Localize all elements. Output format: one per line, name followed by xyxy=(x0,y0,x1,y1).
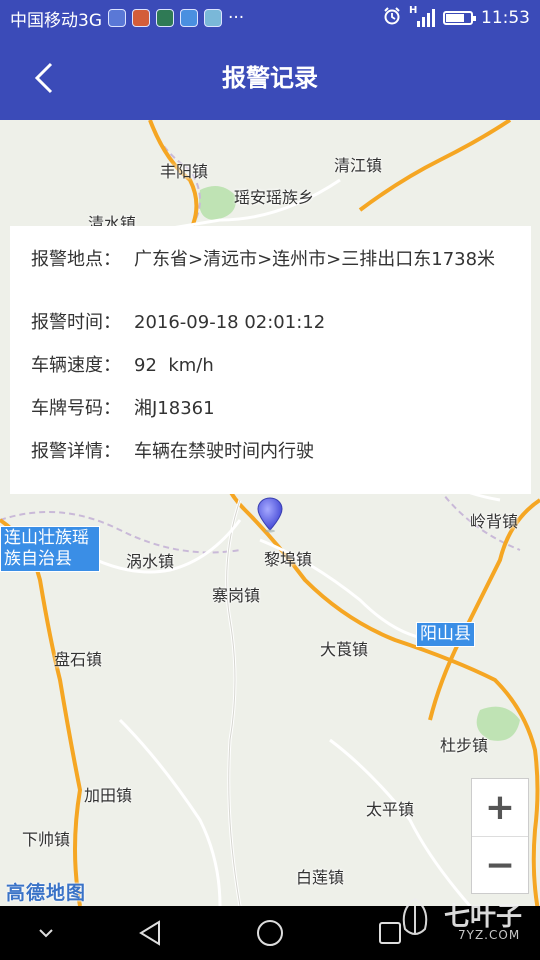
vehicle-speed-row: 车辆速度： 92 km/h xyxy=(31,354,511,397)
alarm-location-row: 报警地点： 广东省>清远市>连州市>三排出口东1738米 xyxy=(31,248,511,311)
map-county-yangshan: 阳山县 xyxy=(416,622,475,647)
map-county-lianshan: 连山壮族瑶族自治县 xyxy=(0,526,100,572)
hide-nav-button[interactable] xyxy=(26,916,66,950)
battery-icon xyxy=(443,11,476,25)
zoom-out-button[interactable]: − xyxy=(472,837,528,894)
map-place-panshi: 盘石镇 xyxy=(54,650,103,669)
more-notifications-icon: ··· xyxy=(228,8,245,28)
notification-message-icon xyxy=(180,9,198,27)
zoom-in-button[interactable]: + xyxy=(472,779,528,836)
plate-number-value: 湘J18361 xyxy=(134,398,215,419)
signal-icon: H xyxy=(409,5,435,27)
watermark-sub-text: 7YZ.COM xyxy=(458,928,521,942)
circle-home-icon xyxy=(257,920,283,946)
alarm-location-value: 广东省>清远市>连州市>三排出口东1738米 xyxy=(134,249,496,270)
map-place-fengyang: 丰阳镇 xyxy=(160,162,209,181)
leaf-logo-icon xyxy=(402,897,428,935)
page-title: 报警记录 xyxy=(222,64,318,92)
map-place-lingbei: 岭背镇 xyxy=(470,512,519,531)
alarm-time-label: 报警时间： xyxy=(31,312,121,333)
map-place-libu: 黎埠镇 xyxy=(264,550,313,569)
nav-back-button[interactable] xyxy=(130,916,170,950)
map-place-taiping: 太平镇 xyxy=(366,800,415,819)
carrier-label: 中国移动3G xyxy=(10,10,102,31)
alarm-info-card: 报警地点： 广东省>清远市>连州市>三排出口东1738米 报警时间： 2016-… xyxy=(10,226,531,494)
alarm-time-value: 2016-09-18 02:01:12 xyxy=(134,312,326,333)
amap-logo: 高德地图 xyxy=(6,882,87,904)
notification-chart-icon xyxy=(156,9,174,27)
plate-number-row: 车牌号码： 湘J18361 xyxy=(31,397,511,440)
zoom-controls: + − xyxy=(471,778,529,894)
notification-cloud-icon xyxy=(204,9,222,27)
app-bar: 报警记录 xyxy=(0,36,540,120)
map-place-qingjiang: 清江镇 xyxy=(334,156,383,175)
triangle-back-icon xyxy=(139,920,160,946)
status-bar: 中国移动3G ··· H 11:53 xyxy=(0,0,540,36)
watermark: 七叶子 7YZ.COM xyxy=(388,890,533,946)
alarm-detail-label: 报警详情： xyxy=(31,441,121,462)
alarm-detail-value: 车辆在禁驶时间内行驶 xyxy=(134,441,314,462)
alarm-clock-icon xyxy=(383,6,401,30)
map-place-saigang: 寨岗镇 xyxy=(212,586,261,605)
location-marker-icon[interactable] xyxy=(257,497,283,533)
map-place-yaoan: 瑶安瑶族乡 xyxy=(234,188,315,207)
map-place-woshui: 涡水镇 xyxy=(126,552,175,571)
nav-home-button[interactable] xyxy=(250,916,290,950)
plate-number-label: 车牌号码： xyxy=(31,398,121,419)
map-place-dagang: 大莨镇 xyxy=(320,640,369,659)
alarm-time-row: 报警时间： 2016-09-18 02:01:12 xyxy=(31,311,511,354)
vehicle-speed-label: 车辆速度： xyxy=(31,355,121,376)
status-time: 11:53 xyxy=(481,8,530,28)
chevron-down-icon xyxy=(39,929,53,938)
network-type-label: H xyxy=(409,5,418,16)
notification-app-icon xyxy=(132,9,150,27)
map-place-xiashuai: 下帅镇 xyxy=(22,830,71,849)
battery-fill xyxy=(446,14,464,22)
vehicle-speed-value: 92 km/h xyxy=(134,355,214,376)
notification-shield-icon xyxy=(108,9,126,27)
map-place-jiatian: 加田镇 xyxy=(84,786,133,805)
alarm-detail-row: 报警详情： 车辆在禁驶时间内行驶 xyxy=(31,440,511,483)
map-place-dubu: 杜步镇 xyxy=(440,736,489,755)
map-place-bailian: 白莲镇 xyxy=(296,868,345,887)
alarm-location-label: 报警地点： xyxy=(31,249,121,270)
